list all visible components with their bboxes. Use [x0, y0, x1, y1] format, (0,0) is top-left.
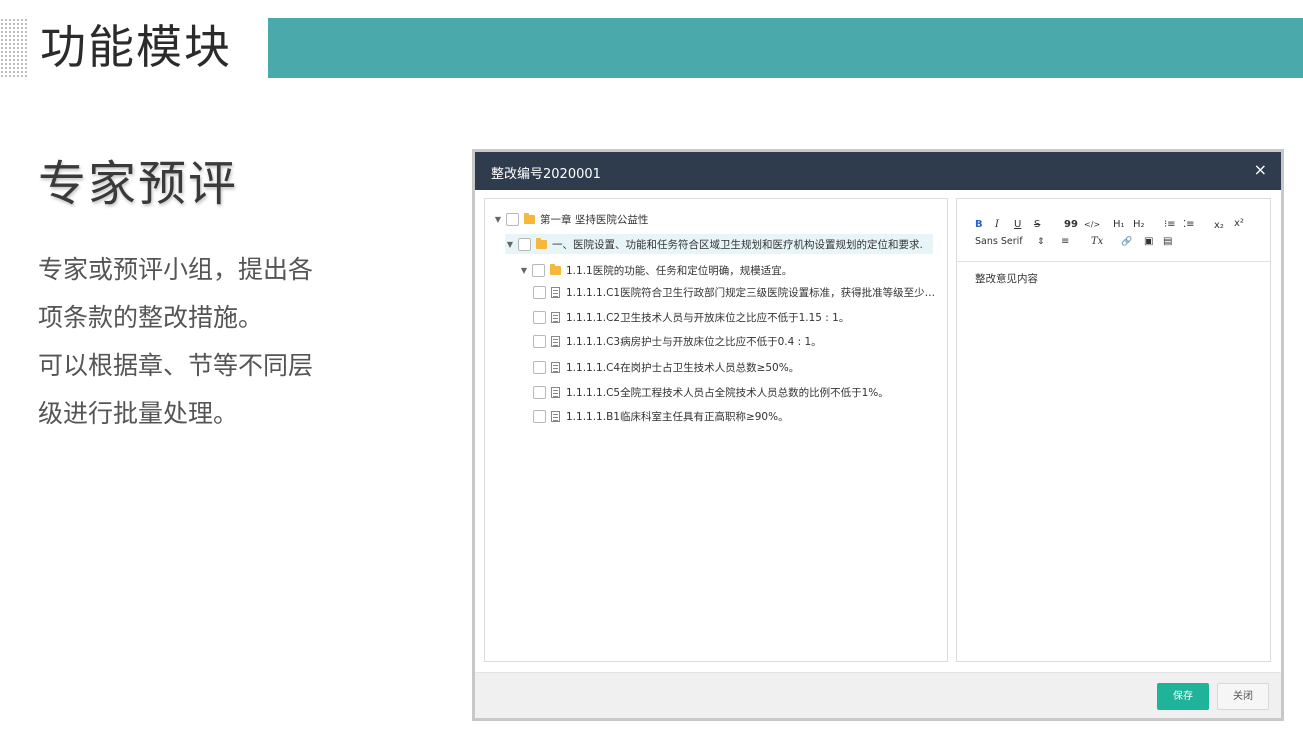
underline-button[interactable]: U — [1014, 219, 1021, 231]
tree-node-label: 1.1.1.1.C2卫生技术人员与开放床位之比应不低于1.15 : 1。 — [566, 311, 850, 324]
tree-node-label: 1.1.1.1.C4在岗护士占卫生技术人员总数≥50%。 — [566, 361, 800, 374]
tree-node-item[interactable]: 1.1.1.1.C5全院工程技术人员占全院技术人员总数的比例不低于1%。 — [533, 382, 889, 402]
section-description: 专家或预评小组，提出各 项条款的整改措施。 可以根据章、节等不同层 级进行批量处… — [38, 246, 368, 438]
align-button[interactable]: ≡ — [1061, 236, 1069, 248]
caret-down-icon[interactable]: ▼ — [505, 240, 515, 249]
dialog-body: ▼ 第一章 坚持医院公益性 ▼ 一、医院设置、功能和任务符合区域卫生规划和医疗机… — [475, 190, 1281, 672]
heading2-button[interactable]: H₂ — [1133, 219, 1145, 231]
bold-button[interactable]: B — [975, 219, 983, 231]
font-select[interactable]: Sans Serif — [975, 236, 1023, 248]
ordered-list-button[interactable]: ⁝≡ — [1164, 219, 1176, 231]
heading1-button[interactable]: H₁ — [1113, 219, 1125, 231]
tree-node-label: 1.1.1.1.C3病房护士与开放床位之比应不低于0.4 : 1。 — [566, 335, 822, 348]
blockquote-button[interactable]: 99 — [1064, 219, 1078, 231]
folder-icon — [550, 263, 561, 275]
video-icon[interactable]: ▤ — [1163, 236, 1172, 248]
tree-node-item[interactable]: 1.1.1.1.C2卫生技术人员与开放床位之比应不低于1.15 : 1。 — [533, 307, 849, 327]
document-icon — [551, 361, 560, 373]
code-button[interactable]: </> — [1084, 219, 1100, 231]
tree-node-chapter[interactable]: ▼ 第一章 坚持医院公益性 — [493, 209, 648, 229]
tree-checkbox[interactable] — [518, 237, 531, 251]
editor-toolbar: B I U S 99 </> H₁ H₂ ⁝≡ ⁚≡ x₂ x² Sans Se… — [957, 199, 1270, 262]
clear-format-button[interactable]: Tx — [1091, 236, 1103, 248]
editor-content[interactable]: 整改意见内容 — [975, 271, 1038, 286]
superscript-button[interactable]: x² — [1234, 218, 1244, 230]
dialog-footer: 保存 关闭 — [475, 672, 1281, 718]
dialog-header: 整改编号2020001 × — [475, 152, 1281, 190]
tree-node-label: 一、医院设置、功能和任务符合区域卫生规划和医疗机构设置规划的定位和要求. — [552, 238, 923, 251]
description-line: 项条款的整改措施。 — [38, 303, 264, 332]
tree-checkbox[interactable] — [533, 385, 546, 399]
document-icon — [551, 386, 560, 398]
dialog-title: 整改编号2020001 — [491, 167, 601, 182]
description-line: 级进行批量处理。 — [38, 399, 239, 428]
tree-checkbox[interactable] — [533, 409, 546, 423]
caret-down-icon[interactable]: ▼ — [493, 215, 503, 224]
tree-checkbox[interactable] — [532, 263, 545, 277]
tree-node-item[interactable]: 1.1.1.1.C1医院符合卫生行政部门规定三级医院设置标准，获得批准等级至少正… — [533, 282, 943, 302]
save-button[interactable]: 保存 — [1157, 683, 1209, 710]
tree-node-subsection[interactable]: ▼ 1.1.1医院的功能、任务和定位明确，规模适宜。 — [519, 260, 792, 280]
document-icon — [551, 311, 560, 323]
tree-checkbox[interactable] — [533, 285, 546, 299]
folder-icon — [524, 212, 535, 224]
clause-tree: ▼ 第一章 坚持医院公益性 ▼ 一、医院设置、功能和任务符合区域卫生规划和医疗机… — [484, 198, 948, 662]
tree-node-item[interactable]: 1.1.1.1.C4在岗护士占卫生技术人员总数≥50%。 — [533, 357, 799, 377]
page-title: 功能模块 — [40, 20, 232, 74]
tree-node-label: 1.1.1.1.C5全院工程技术人员占全院技术人员总数的比例不低于1%。 — [566, 386, 889, 399]
italic-button[interactable]: I — [995, 219, 999, 231]
caret-down-icon[interactable]: ▼ — [519, 266, 529, 275]
bullet-list-button[interactable]: ⁚≡ — [1183, 219, 1195, 231]
tree-node-label: 1.1.1医院的功能、任务和定位明确，规模适宜。 — [566, 264, 793, 277]
description-line: 可以根据章、节等不同层 — [38, 351, 314, 380]
description-line: 专家或预评小组，提出各 — [38, 255, 314, 284]
rich-text-editor: B I U S 99 </> H₁ H₂ ⁝≡ ⁚≡ x₂ x² Sans Se… — [956, 198, 1271, 662]
header-accent-bar — [268, 18, 1303, 78]
document-icon — [551, 410, 560, 422]
chevron-updown-icon[interactable]: ⇕ — [1037, 236, 1045, 248]
tree-checkbox[interactable] — [533, 310, 546, 324]
tree-node-label: 1.1.1.1.C1医院符合卫生行政部门规定三级医院设置标准，获得批准等级至少正… — [566, 286, 943, 299]
tree-node-label: 第一章 坚持医院公益性 — [540, 213, 649, 226]
tree-node-section[interactable]: ▼ 一、医院设置、功能和任务符合区域卫生规划和医疗机构设置规划的定位和要求. — [505, 234, 933, 254]
tree-node-item[interactable]: 1.1.1.1.C3病房护士与开放床位之比应不低于0.4 : 1。 — [533, 331, 822, 351]
tree-checkbox[interactable] — [533, 334, 546, 348]
dot-pattern-decoration — [0, 18, 28, 78]
rectification-dialog: 整改编号2020001 × ▼ 第一章 坚持医院公益性 ▼ 一、医院设置、功能和… — [472, 149, 1284, 721]
tree-checkbox[interactable] — [506, 212, 519, 226]
close-button[interactable]: 关闭 — [1217, 683, 1269, 710]
strikethrough-button[interactable]: S — [1034, 219, 1040, 231]
image-icon[interactable]: ▣ — [1144, 236, 1153, 248]
folder-icon — [536, 237, 547, 249]
section-title: 专家预评 — [38, 156, 239, 212]
document-icon — [551, 335, 560, 347]
tree-node-item[interactable]: 1.1.1.1.B1临床科室主任具有正高职称≥90%。 — [533, 406, 789, 426]
close-icon[interactable]: × — [1254, 160, 1267, 179]
subscript-button[interactable]: x₂ — [1214, 220, 1224, 232]
link-icon[interactable]: 🔗 — [1121, 236, 1132, 248]
tree-node-label: 1.1.1.1.B1临床科室主任具有正高职称≥90%。 — [566, 410, 789, 423]
tree-checkbox[interactable] — [533, 360, 546, 374]
document-icon — [551, 286, 560, 298]
slide: 功能模块 专家预评 专家或预评小组，提出各 项条款的整改措施。 可以根据章、节等… — [0, 0, 1303, 738]
